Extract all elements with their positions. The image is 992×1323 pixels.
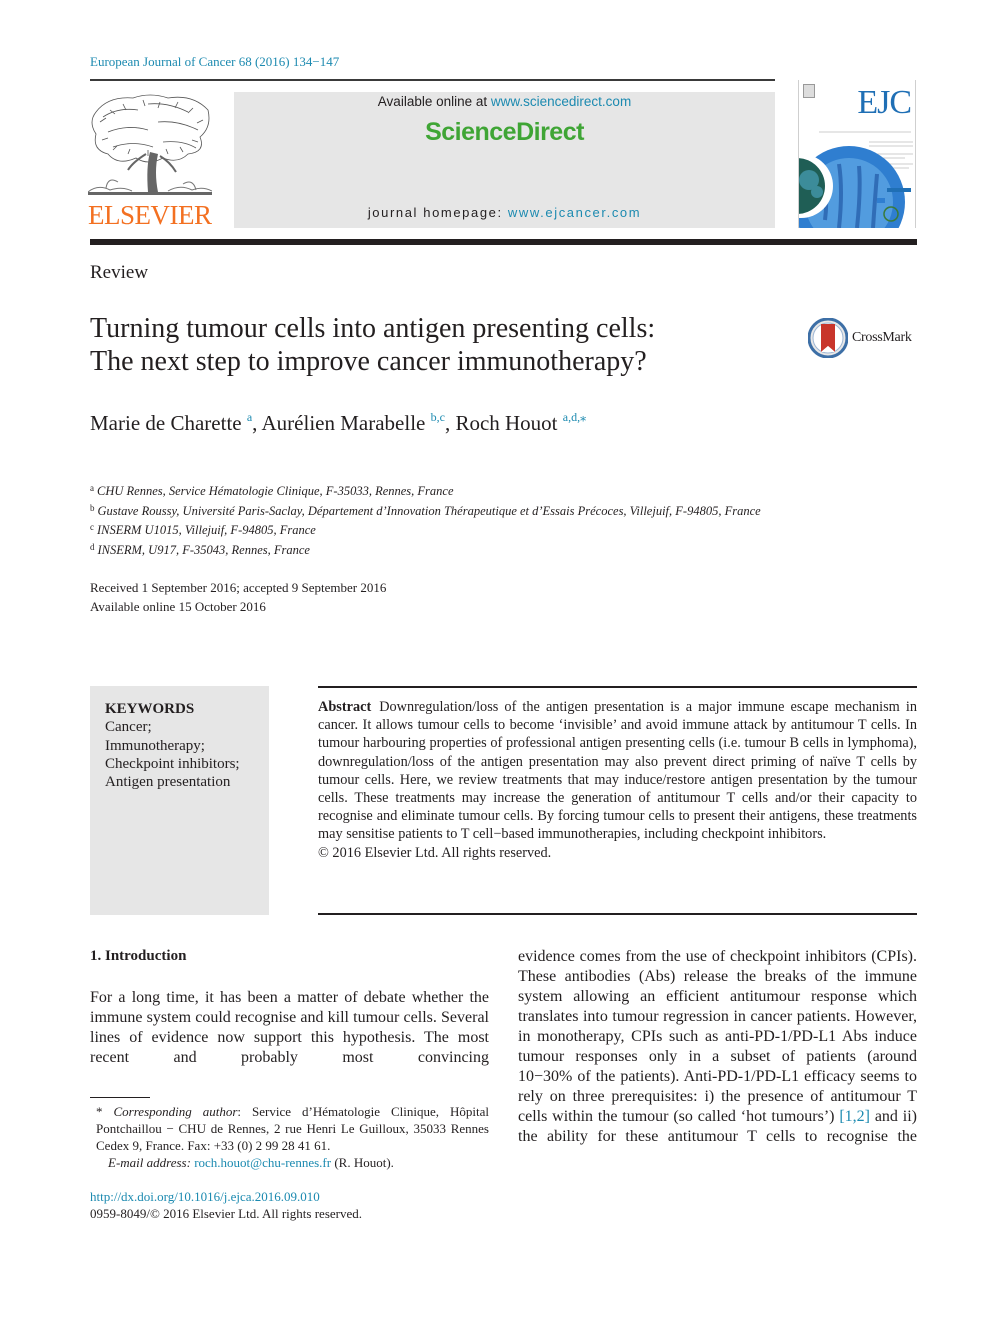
author-name: Marie de Charette [90, 411, 242, 435]
intro-paragraph-left: For a long time, it has been a matter of… [90, 989, 489, 1066]
abstract-bottom-rule [318, 913, 917, 915]
sciencedirect-logo: ScienceDirect [425, 118, 584, 146]
abstract-top-rule [318, 686, 917, 688]
affiliation-item: b Gustave Roussy, Université Paris-Saclay… [90, 502, 761, 518]
elsevier-tree-icon [88, 94, 212, 195]
intro-paragraph-right: evidence comes from the use of checkpoin… [518, 947, 917, 1147]
article-title-line-1: Turning tumour cells into antigen presen… [90, 313, 656, 344]
sciencedirect-banner: Available online at www.sciencedirect.co… [234, 92, 775, 228]
author-list: Marie de Charette a, Aurélien Marabelle … [90, 410, 587, 435]
keywords-heading: KEYWORDS [105, 701, 195, 717]
article-dates: Received 1 September 2016; accepted 9 Se… [90, 578, 386, 616]
keyword-item: Checkpoint inhibitors; [105, 755, 240, 772]
affiliations: a CHU Rennes, Service Hématologie Cliniqu… [90, 480, 810, 558]
email-suffix: (R. Houot). [331, 1155, 394, 1170]
abstract: Abstract Downregulation/loss of the antig… [318, 698, 917, 862]
elsevier-wordmark: ELSEVIER [88, 200, 212, 230]
corresponding-author-footnote: * Corresponding author: Service d’Hémato… [90, 1103, 489, 1171]
abstract-copyright: © 2016 Elsevier Ltd. All rights reserved… [318, 844, 552, 861]
article-title: Turning tumour cells into antigen presen… [90, 312, 790, 378]
email-link[interactable]: roch.houot@chu-rennes.fr [194, 1155, 331, 1170]
journal-reference-link[interactable]: European Journal of Cancer 68 (2016) 134… [90, 54, 339, 70]
article-title-line-2: The next step to improve cancer immunoth… [90, 346, 647, 377]
journal-homepage-text: journal homepage: www.ejcancer.com [234, 205, 775, 220]
abstract-text: Downregulation/loss of the antigen prese… [318, 699, 917, 843]
crossmark-button[interactable]: CrossMark [808, 316, 928, 360]
doi-link[interactable]: http://dx.doi.org/10.1016/j.ejca.2016.09… [90, 1188, 362, 1205]
keyword-item: Immunotherapy; [105, 737, 205, 754]
homepage-prefix: journal homepage: [367, 205, 508, 220]
email-line: E-mail address: roch.houot@chu-rennes.fr… [90, 1154, 489, 1171]
author-affiliation-link[interactable]: a,d,⁎ [563, 410, 586, 424]
footnote-rule [90, 1097, 150, 1098]
email-label: E-mail address: [108, 1155, 191, 1170]
cover-artwork [799, 131, 913, 228]
author-name: Aurélien Marabelle [261, 411, 426, 435]
available-online-prefix: Available online at [377, 94, 491, 109]
affiliation-item: d INSERM, U917, F-35043, Rennes, France [90, 541, 310, 557]
keyword-item: Antigen presentation [105, 774, 231, 791]
abstract-label: Abstract [318, 699, 372, 715]
author-affiliation-link[interactable]: a [247, 410, 252, 424]
doi-block: http://dx.doi.org/10.1016/j.ejca.2016.09… [90, 1188, 362, 1222]
crossmark-label: CrossMark [852, 330, 912, 345]
citation-link[interactable]: [1,2] [839, 1108, 870, 1125]
header-rule [90, 79, 775, 81]
crossmark-icon [808, 318, 848, 358]
available-online-date: Available online 15 October 2016 [90, 599, 266, 614]
intro-text: evidence comes from the use of checkpoin… [518, 948, 917, 1125]
available-online-text: Available online at www.sciencedirect.co… [234, 94, 775, 109]
header-bottom-rule [90, 239, 917, 245]
affiliation-item: c INSERM U1015, Villejuif, F-94805, Franc… [90, 522, 316, 537]
journal-homepage-link[interactable]: www.ejcancer.com [508, 205, 641, 220]
author-name: Roch Houot [455, 411, 558, 435]
corresponding-label: Corresponding author [113, 1104, 238, 1119]
sciencedirect-link[interactable]: www.sciencedirect.com [491, 94, 631, 109]
affiliation-item: a CHU Rennes, Service Hématologie Cliniqu… [90, 483, 454, 498]
article-type: Review [90, 262, 149, 283]
keyword-item: Cancer; [105, 719, 152, 736]
section-heading-introduction: 1. Introduction [90, 948, 187, 964]
received-date: Received 1 September 2016; accepted 9 Se… [90, 580, 387, 595]
elsevier-logo: ELSEVIER [88, 92, 213, 232]
journal-cover-image: EJC [798, 80, 916, 228]
keywords-box: KEYWORDS Cancer; Immunotherapy; Checkpoi… [90, 686, 269, 915]
issn-copyright: 0959-8049/© 2016 Elsevier Ltd. All right… [90, 1206, 362, 1221]
author-affiliation-link[interactable]: b,c [431, 410, 445, 424]
footnote-marker: * [96, 1104, 114, 1119]
